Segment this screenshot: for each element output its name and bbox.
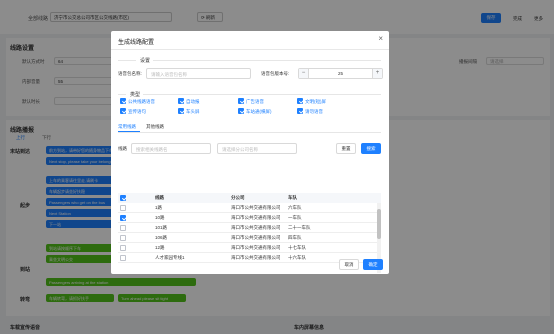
template-name-label: 语音包名称: <box>118 71 142 76</box>
row-checkbox[interactable] <box>120 215 126 221</box>
cell-team: 四车队 <box>288 235 302 240</box>
row-checkbox[interactable] <box>120 235 126 241</box>
reset-button[interactable]: 重置 <box>336 143 356 154</box>
cell-line: 10路 <box>155 215 165 220</box>
type-checkbox[interactable] <box>238 108 244 114</box>
column-header: 分公司 <box>231 195 245 200</box>
cell-team: 十六车队 <box>288 255 306 260</box>
scrollbar-thumb[interactable] <box>377 209 381 239</box>
row-checkbox[interactable] <box>120 245 126 251</box>
divider <box>143 94 381 95</box>
cell-company: 海口市公共交通有限公司 <box>231 255 281 260</box>
version-stepper[interactable]: − 25 + <box>298 68 383 79</box>
cell-company: 海口市公共交通有限公司 <box>231 205 281 210</box>
version-value[interactable]: 25 <box>309 69 372 78</box>
type-checkbox[interactable] <box>178 108 184 114</box>
cell-line: 101路 <box>155 225 168 230</box>
version-label: 语音包版本号: <box>261 71 290 76</box>
cell-company: 海口市公共交通有限公司 <box>231 245 281 250</box>
cell-company: 海口市公共交通有限公司 <box>231 225 281 230</box>
table-row[interactable]: 12路 海口市公共交通有限公司 十七车队 <box>118 243 381 253</box>
type-checkbox[interactable] <box>297 98 303 104</box>
table-row[interactable]: 1路 海口市公共交通有限公司 六车队 <box>118 203 381 213</box>
select-all-checkbox[interactable] <box>120 195 126 201</box>
plus-button[interactable]: + <box>372 69 382 78</box>
dialog-title: 生成线路配置 <box>118 40 155 46</box>
cancel-button[interactable]: 取消 <box>339 259 359 270</box>
cell-line: 人才家园专线1 <box>155 255 185 260</box>
cell-company: 海口市公共交通有限公司 <box>231 215 281 220</box>
type-checkbox[interactable] <box>297 108 303 114</box>
line-search-input[interactable]: 搜索相关线路名 <box>131 143 211 154</box>
divider <box>153 60 381 61</box>
divider <box>118 60 136 61</box>
table-header: 线路 分公司 车队 <box>118 193 381 203</box>
cell-team: 六车队 <box>288 205 302 210</box>
minus-button[interactable]: − <box>299 69 309 78</box>
type-checkbox-label[interactable]: 广告语音 <box>246 99 264 105</box>
settings-section-title: 设置 <box>140 58 151 64</box>
type-checkbox-label[interactable]: 公共线路语音 <box>128 99 155 105</box>
confirm-button[interactable]: 确定 <box>363 259 383 270</box>
column-header: 车队 <box>288 195 297 200</box>
divider <box>111 49 389 50</box>
table-row[interactable]: 101路 海口市公共交通有限公司 二十一车队 <box>118 223 381 233</box>
cell-team: 一车队 <box>288 215 302 220</box>
search-button[interactable]: 搜索 <box>361 143 381 154</box>
divider <box>118 132 381 133</box>
type-section-title: 类型 <box>130 92 141 98</box>
row-checkbox[interactable] <box>120 255 126 261</box>
type-checkbox[interactable] <box>238 98 244 104</box>
close-icon[interactable]: × <box>378 35 383 43</box>
tab-other-lines[interactable]: 其他线路 <box>146 124 164 130</box>
row-checkbox[interactable] <box>120 225 126 231</box>
column-header: 线路 <box>155 195 164 200</box>
line-filter-label: 线路 <box>118 146 127 151</box>
template-name-input[interactable]: 请输入语音包名称 <box>146 68 251 79</box>
type-checkbox-label[interactable]: 文明(短)屏 <box>305 99 326 105</box>
type-checkbox-label[interactable]: 宣传语句 <box>128 109 146 115</box>
cell-line: 1路 <box>155 205 163 210</box>
type-checkbox-label[interactable]: 车站通(横屏) <box>246 109 272 115</box>
row-checkbox[interactable] <box>120 205 126 211</box>
type-checkbox[interactable] <box>120 98 126 104</box>
cell-company: 海口市公共交通有限公司 <box>231 235 281 240</box>
type-checkbox-label[interactable]: 车头屏 <box>186 109 200 115</box>
generate-config-dialog: 生成线路配置 × 设置 语音包名称: 请输入语音包名称 语音包版本号: − 25… <box>111 31 389 274</box>
type-checkbox-label[interactable]: 请勿语音 <box>305 109 323 115</box>
tab-common-lines[interactable]: 常用线路 <box>118 124 136 130</box>
type-checkbox[interactable] <box>178 98 184 104</box>
table-row[interactable]: 106路 海口市公共交通有限公司 四车队 <box>118 233 381 243</box>
cell-team: 十七车队 <box>288 245 306 250</box>
cell-line: 106路 <box>155 235 168 240</box>
company-select[interactable]: 请选择分公司名称 <box>217 143 297 154</box>
table-row[interactable]: 10路 海口市公共交通有限公司 一车队 <box>118 213 381 223</box>
type-checkbox[interactable] <box>120 108 126 114</box>
cell-line: 12路 <box>155 245 165 250</box>
cell-team: 二十一车队 <box>288 225 311 230</box>
type-checkbox-label[interactable]: 自动报 <box>186 99 200 105</box>
divider <box>118 94 126 95</box>
